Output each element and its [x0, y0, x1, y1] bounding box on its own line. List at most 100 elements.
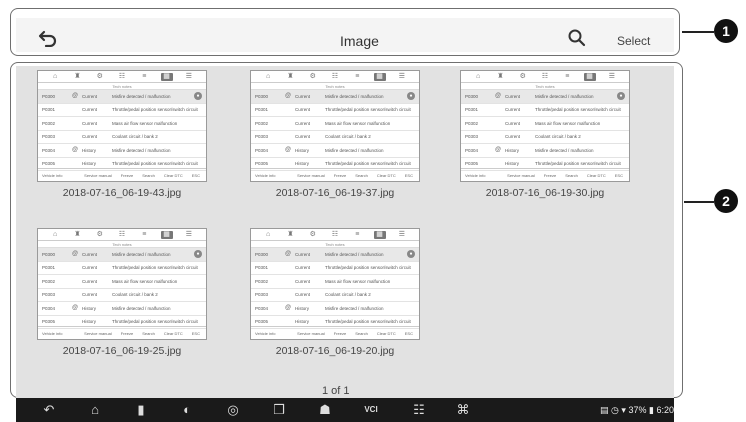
- thumbnail-cell-status: Current: [82, 251, 98, 257]
- thumbnail-footer: Vehicle info Service manual Freeze Search Cl…: [251, 326, 419, 339]
- row-search-icon: ●: [194, 92, 202, 101]
- image-thumbnail-card[interactable]: ⌂ ♜ ⚙ ☷ ≡ ▦ ☰ Tech notes P0300 @ Current Misfire de…: [37, 70, 207, 199]
- thumbnail-row: P0300 @ Current Misfire detected / malfunct…: [251, 248, 419, 262]
- thumbnail-cell-code: P0300: [465, 93, 479, 99]
- thumbnail-cell-flag: @: [72, 305, 79, 312]
- thumbnail-cell-status: Current: [82, 93, 98, 99]
- image-thumbnail-card[interactable]: ⌂ ♜ ⚙ ☷ ≡ ▦ ☰ Tech notes P0300 @ Current Misfire de…: [37, 228, 207, 357]
- image-thumbnail: ⌂ ♜ ⚙ ☷ ≡ ▦ ☰ Tech notes P0300 @ Current Misfire de…: [37, 70, 207, 182]
- footer-button: Service manual: [84, 172, 112, 178]
- screenshot-icon[interactable]: ❒: [270, 402, 288, 418]
- settings-icon: ⚙: [309, 72, 316, 80]
- thumbnail-row: P0300 @ Current Misfire detected / malfunct…: [461, 90, 629, 104]
- thumbnail-cell-code: P0303: [42, 292, 56, 298]
- thumbnail-cell-desc: Mass air flow sensor malfunction: [535, 120, 601, 126]
- image-thumbnail-card[interactable]: ⌂ ♜ ⚙ ☷ ≡ ▦ ☰ Tech notes P0300 @ Current Misfire de…: [250, 70, 420, 199]
- thumbnail-footer: Vehicle info Service manual Freeze Search Cl…: [38, 168, 206, 181]
- thumbnail-cell-code: P0304: [42, 147, 56, 153]
- thumbnail-cell-code: P0302: [42, 278, 56, 284]
- thumbnail-cell-status: History: [82, 161, 97, 167]
- browser-icon[interactable]: ◐: [178, 402, 196, 418]
- select-button[interactable]: Select: [617, 34, 650, 48]
- doc-icon: ☰: [185, 230, 192, 238]
- home-icon: ⌂: [266, 230, 271, 238]
- image-filename: 2018-07-16_06-19-20.jpg: [275, 345, 395, 357]
- thumbnail-cell-status: Current: [295, 292, 311, 298]
- thumbnail-toolbar: ⌂ ♜ ⚙ ☷ ≡ ▦ ☰: [461, 71, 629, 83]
- row-search-icon: ●: [194, 250, 202, 259]
- footer-button: Clear DTC: [163, 330, 183, 336]
- settings-icon: ⚙: [96, 230, 103, 238]
- thumbnail-cell-code: P0302: [42, 120, 56, 126]
- footer-button: ESC: [191, 330, 200, 336]
- thumbnail-cell-desc: Coolant circuit / bank 2: [325, 134, 371, 140]
- camera-icon[interactable]: ◎: [224, 402, 242, 418]
- doc-icon: ☰: [398, 72, 405, 80]
- recents-icon[interactable]: ▮: [132, 402, 150, 418]
- thumbnail-cell-code: P0303: [255, 292, 269, 298]
- thumbnail-cell-desc: Misfire detected / malfunction: [325, 147, 384, 153]
- thumbnail-cell-status: Current: [82, 265, 98, 271]
- stats-icon: ≡: [142, 230, 147, 238]
- grid-icon: ▦: [583, 72, 596, 81]
- chat-icon: ▤: [600, 405, 609, 415]
- thumbnail-cell-flag: @: [285, 147, 292, 154]
- battery-icon: ▮: [648, 405, 654, 415]
- thumbnail-subtitle: Tech notes: [251, 83, 419, 90]
- image-thumbnail-card[interactable]: ⌂ ♜ ⚙ ☷ ≡ ▦ ☰ Tech notes P0300 @ Current Misfire de…: [460, 70, 630, 199]
- thumbnail-cell-status: Current: [505, 107, 521, 113]
- thumbnail-cell-status: History: [82, 319, 97, 325]
- home-icon[interactable]: ⌂: [86, 402, 104, 418]
- thumbnail-cell-desc: Throttle/pedal position sensor/switch ci…: [112, 265, 198, 271]
- thumbnail-row: P0304 @ History Misfire detected / malfunct…: [251, 302, 419, 316]
- settings-icon: ⚙: [309, 230, 316, 238]
- thumbnail-cell-desc: Misfire detected / malfunction: [112, 93, 171, 99]
- thumbnail-cell-code: P0304: [42, 305, 56, 311]
- thumbnail-toolbar: ⌂ ♜ ⚙ ☷ ≡ ▦ ☰: [38, 71, 206, 83]
- remote-desk-icon[interactable]: ⌘: [454, 402, 472, 418]
- thumbnail-cell-status: Current: [82, 120, 98, 126]
- thumbnail-cell-desc: Misfire detected / malfunction: [325, 305, 384, 311]
- thumbnail-subtitle: Tech notes: [461, 83, 629, 90]
- search-button[interactable]: [567, 28, 587, 48]
- grid-icon: ▦: [373, 72, 386, 81]
- image-thumbnail-card[interactable]: ⌂ ♜ ⚙ ☷ ≡ ▦ ☰ Tech notes P0300 @ Current Misfire de…: [250, 228, 420, 357]
- car-icon[interactable]: ☷: [410, 402, 428, 418]
- thumbnail-row: P0304 @ History Misfire detected / malfunct…: [461, 144, 629, 158]
- back-icon[interactable]: ↶: [40, 402, 58, 418]
- footer-info: Vehicle info: [255, 330, 276, 336]
- thumbnail-row: P0303 Current Coolant circuit / bank 2: [38, 289, 206, 302]
- home-icon: ⌂: [53, 72, 58, 80]
- thumbnail-cell-flag: @: [285, 93, 292, 100]
- status-area: ▤ ◷ ▾ 37% ▮ 6:20: [600, 405, 674, 416]
- thumbnail-cell-code: P0305: [465, 161, 479, 167]
- shop-icon[interactable]: ☗: [316, 402, 334, 418]
- thumbnail-cell-status: Current: [82, 278, 98, 284]
- thumbnail-cell-flag: @: [495, 93, 502, 100]
- thumbnail-cell-code: P0302: [255, 278, 269, 284]
- thumbnail-cell-status: Current: [295, 120, 311, 126]
- thumbnail-cell-status: History: [82, 147, 97, 153]
- footer-button: Clear DTC: [376, 172, 396, 178]
- footer-info: Vehicle info: [255, 172, 276, 178]
- thumbnail-cell-code: P0300: [42, 251, 56, 257]
- vehicle-icon: ♜: [74, 230, 81, 238]
- thumbnail-cell-code: P0301: [255, 265, 269, 271]
- thumbnail-cell-flag: @: [285, 305, 292, 312]
- thumbnail-cell-status: History: [295, 305, 310, 311]
- thumbnail-cell-status: Current: [82, 134, 98, 140]
- thumbnail-cell-code: P0300: [42, 93, 56, 99]
- back-button[interactable]: [38, 29, 58, 48]
- thumbnail-cell-status: Current: [295, 265, 311, 271]
- vci-icon[interactable]: VCI: [362, 402, 380, 418]
- stats-icon: ≡: [565, 72, 570, 80]
- thumbnail-cell-code: P0301: [465, 107, 479, 113]
- home-icon: ⌂: [266, 72, 271, 80]
- footer-button: ESC: [404, 172, 413, 178]
- grid-icon: ▦: [373, 230, 386, 239]
- thumbnail-cell-code: P0301: [42, 265, 56, 271]
- thumbnail-subtitle: Tech notes: [251, 241, 419, 248]
- back-arrow-icon: [38, 30, 57, 48]
- thumbnail-cell-desc: Misfire detected / malfunction: [112, 147, 171, 153]
- thumbnail-row: P0303 Current Coolant circuit / bank 2: [38, 131, 206, 144]
